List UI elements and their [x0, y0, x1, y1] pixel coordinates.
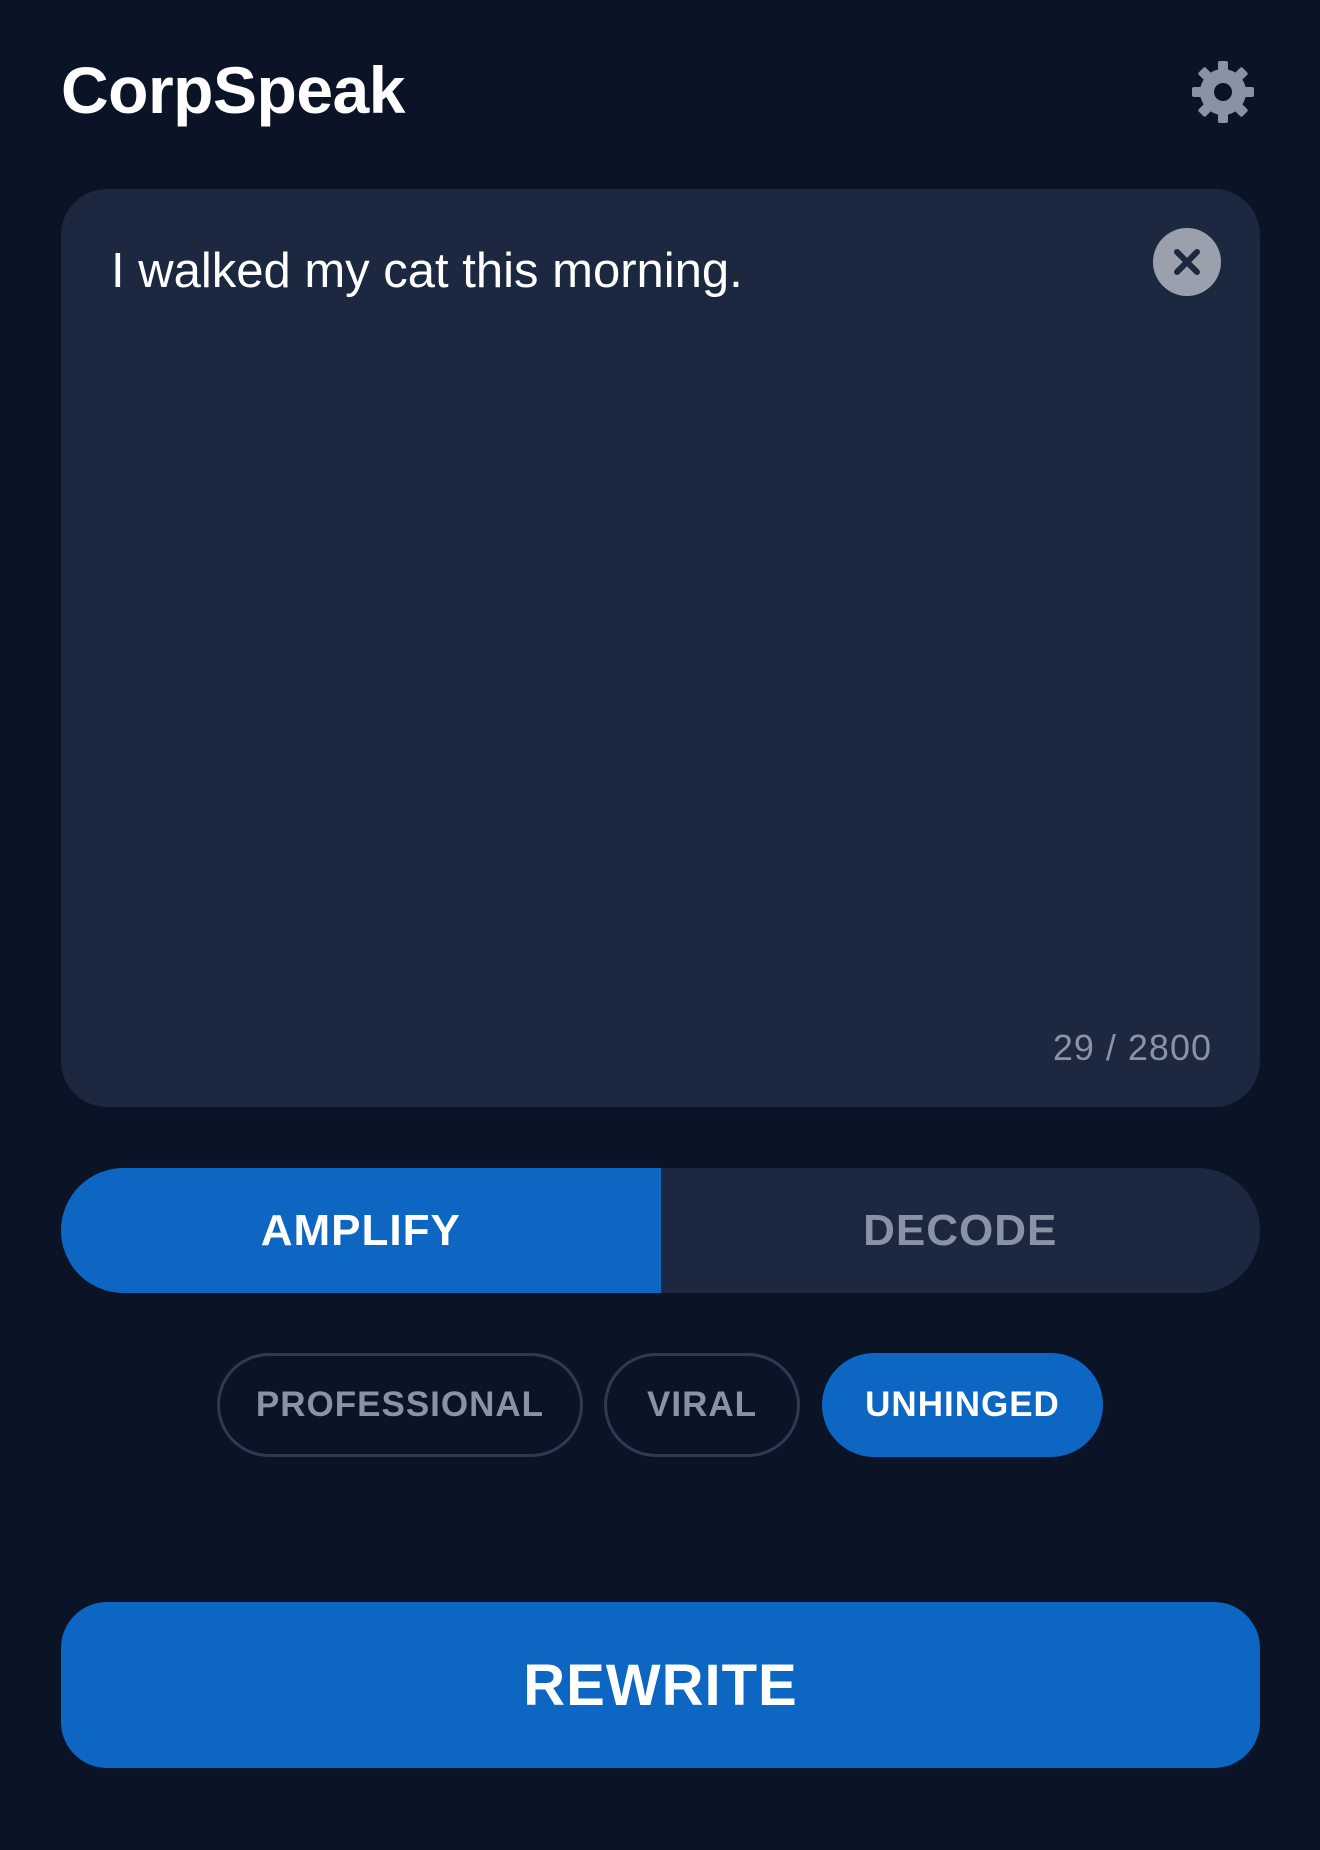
character-counter: 29 / 2800: [1052, 1027, 1212, 1068]
mode-toggle: AMPLIFY DECODE: [61, 1168, 1260, 1293]
tone-unhinged-chip[interactable]: UNHINGED: [822, 1353, 1103, 1457]
app-title: CorpSpeak: [61, 53, 405, 127]
settings-button[interactable]: [1188, 57, 1258, 127]
tone-professional-chip[interactable]: PROFESSIONAL: [217, 1353, 583, 1457]
tone-selector: PROFESSIONAL VIRAL UNHINGED: [0, 1353, 1320, 1457]
input-card: I walked my cat this morning. 29 / 2800: [61, 189, 1260, 1107]
text-input[interactable]: I walked my cat this morning.: [111, 239, 1111, 1009]
clear-text-button[interactable]: [1153, 228, 1221, 296]
gear-icon: [1188, 57, 1258, 127]
close-icon: [1153, 228, 1221, 296]
corpspeak-app: CorpSpeak I walked my cat this morning. …: [0, 0, 1320, 1850]
mode-amplify-button[interactable]: AMPLIFY: [61, 1168, 661, 1293]
rewrite-button[interactable]: REWRITE: [61, 1602, 1260, 1768]
tone-viral-chip[interactable]: VIRAL: [604, 1353, 800, 1457]
mode-decode-button[interactable]: DECODE: [660, 1168, 1260, 1293]
